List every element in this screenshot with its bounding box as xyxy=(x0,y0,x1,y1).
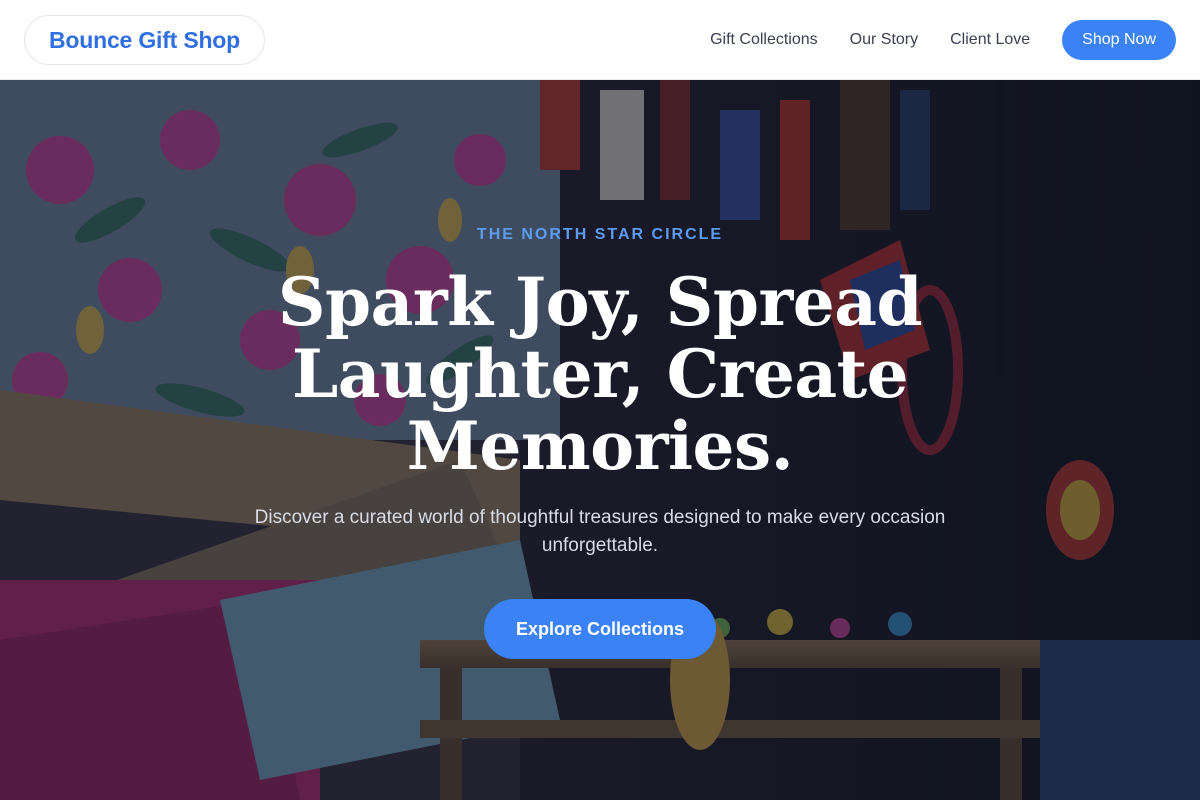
main-nav: Gift Collections Our Story Client Love S… xyxy=(710,20,1176,60)
nav-our-story[interactable]: Our Story xyxy=(850,31,918,49)
site-logo[interactable]: Bounce Gift Shop xyxy=(24,15,266,65)
nav-client-love[interactable]: Client Love xyxy=(950,31,1030,49)
shop-now-button[interactable]: Shop Now xyxy=(1062,20,1176,60)
hero-headline: Spark Joy, Spread Laughter, Create Memor… xyxy=(277,263,923,485)
hero-subtext: Discover a curated world of thoughtful t… xyxy=(254,507,946,556)
nav-gift-collections[interactable]: Gift Collections xyxy=(710,31,818,49)
site-header: Bounce Gift Shop Gift Collections Our St… xyxy=(0,0,1200,80)
hero-content: THE NORTH STAR CIRCLE Spark Joy, Spread … xyxy=(0,80,1200,800)
hero-section: THE NORTH STAR CIRCLE Spark Joy, Spread … xyxy=(0,80,1200,800)
hero-eyebrow: THE NORTH STAR CIRCLE xyxy=(476,226,724,243)
explore-collections-button[interactable]: Explore Collections xyxy=(484,599,716,659)
